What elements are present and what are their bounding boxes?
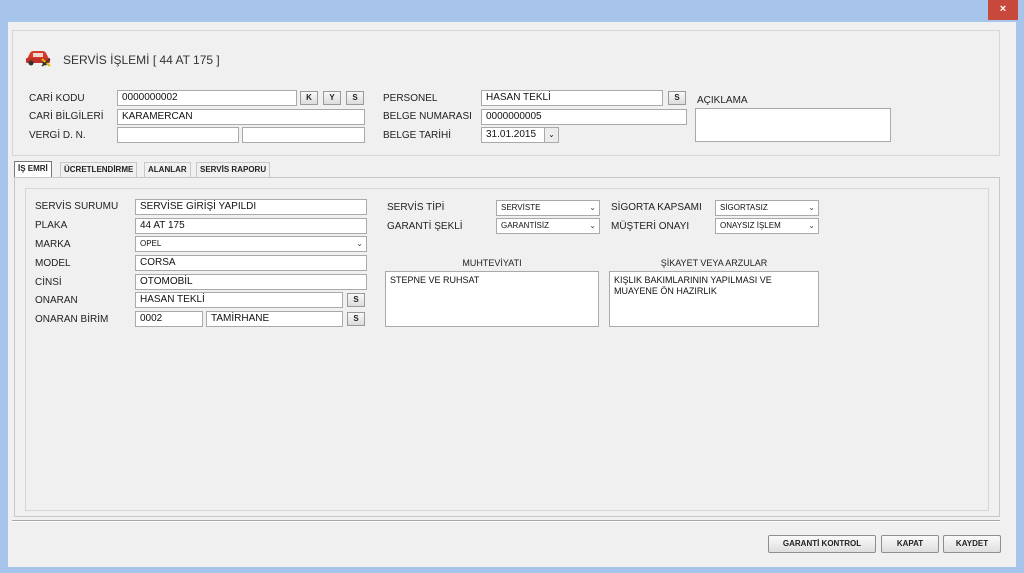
belge-tarihi-field[interactable]: 31.01.2015 ⌄ xyxy=(481,127,559,143)
tab-ucretlendirme[interactable]: ÜCRETLENDİRME xyxy=(60,162,138,177)
chevron-down-icon: ⌄ xyxy=(808,221,815,230)
form-title: SERVİS İŞLEMİ [ 44 AT 175 ] xyxy=(63,53,220,67)
vergi-daire-field[interactable] xyxy=(117,127,239,143)
belge-tarihi-value: 31.01.2015 xyxy=(486,129,537,140)
garanti-kontrol-button[interactable]: GARANTİ KONTROL xyxy=(768,535,876,553)
marka-value: OPEL xyxy=(140,239,162,248)
plaka-field[interactable]: 44 AT 175 xyxy=(135,218,367,234)
musteri-onayi-value: ONAYSIZ İŞLEM xyxy=(720,221,781,230)
vergi-no-field[interactable] xyxy=(242,127,365,143)
tab-content-is-emri: SERVİS SURUMU SERVİSE GİRİŞİ YAPILDI PLA… xyxy=(14,177,1000,517)
tab-alanlar[interactable]: ALANLAR xyxy=(144,162,191,177)
cinsi-label: CİNSİ xyxy=(35,277,62,288)
servis-tipi-select[interactable]: SERVİSTE ⌄ xyxy=(496,200,600,216)
chevron-down-icon: ⌄ xyxy=(808,203,815,212)
servis-surumu-field[interactable]: SERVİSE GİRİŞİ YAPILDI xyxy=(135,199,367,215)
marka-label: MARKA xyxy=(35,239,71,250)
sikayet-label: ŞİKAYET VEYA ARZULAR xyxy=(660,258,768,268)
onaran-field[interactable]: HASAN TEKLİ xyxy=(135,292,343,308)
garanti-sekli-select[interactable]: GARANTİSİZ ⌄ xyxy=(496,218,600,234)
chevron-down-icon: ⌄ xyxy=(589,221,596,230)
aciklama-label: AÇIKLAMA xyxy=(697,95,748,106)
cari-y-button[interactable]: Y xyxy=(323,91,341,105)
muhteviyati-field[interactable]: STEPNE VE RUHSAT xyxy=(385,271,599,327)
sigorta-kapsami-select[interactable]: SİGORTASIZ ⌄ xyxy=(715,200,819,216)
tab-is-emri[interactable]: İŞ EMRİ xyxy=(14,161,52,178)
belge-tarihi-label: BELGE TARİHİ xyxy=(383,130,451,141)
musteri-onayi-select[interactable]: ONAYSIZ İŞLEM ⌄ xyxy=(715,218,819,234)
cari-bilgileri-field[interactable]: KARAMERCAN xyxy=(117,109,365,125)
kapat-button[interactable]: KAPAT xyxy=(881,535,939,553)
musteri-onayi-label: MÜŞTERİ ONAYI xyxy=(611,221,690,232)
form-client-area: SERVİS İŞLEMİ [ 44 AT 175 ] CARİ KODU 00… xyxy=(8,22,1016,567)
cari-kodu-label: CARİ KODU xyxy=(29,93,85,104)
muhteviyati-label: MUHTEVİYATI xyxy=(462,258,522,268)
cari-bilgileri-label: CARİ BİLGİLERİ xyxy=(29,111,104,122)
belge-no-field[interactable]: 0000000005 xyxy=(481,109,687,125)
chevron-down-icon: ⌄ xyxy=(356,239,363,248)
plaka-label: PLAKA xyxy=(35,220,68,231)
aciklama-field[interactable] xyxy=(695,108,891,142)
muhteviyati-value: STEPNE VE RUHSAT xyxy=(390,275,480,285)
tab-servis-raporu[interactable]: SERVİS RAPORU xyxy=(196,162,271,177)
onaran-s-button[interactable]: S xyxy=(347,293,365,307)
personel-label: PERSONEL xyxy=(383,93,438,104)
onaran-birim-code-field[interactable]: 0002 xyxy=(135,311,203,327)
close-window-button[interactable]: × xyxy=(988,0,1018,20)
cari-k-button[interactable]: K xyxy=(300,91,318,105)
sikayet-value: KIŞLIK BAKIMLARININ YAPILMASI VE MUAYENE… xyxy=(614,275,772,296)
onaran-label: ONARAN xyxy=(35,295,78,306)
personel-s-button[interactable]: S xyxy=(668,91,686,105)
servis-surumu-label: SERVİS SURUMU xyxy=(35,201,119,212)
onaran-birim-s-button[interactable]: S xyxy=(347,312,365,326)
sigorta-kapsami-label: SİGORTA KAPSAMI xyxy=(611,202,702,213)
title-bar: × xyxy=(0,0,1024,22)
car-repair-icon xyxy=(26,51,51,67)
garanti-sekli-value: GARANTİSİZ xyxy=(501,221,550,230)
onaran-birim-name-field[interactable]: TAMİRHANE xyxy=(206,311,343,327)
sigorta-kapsami-value: SİGORTASIZ xyxy=(720,203,768,212)
belge-no-label: BELGE NUMARASI xyxy=(383,111,472,122)
onaran-birim-label: ONARAN BİRİM xyxy=(35,314,109,325)
calendar-dropdown-icon[interactable]: ⌄ xyxy=(544,128,558,142)
kaydet-button[interactable]: KAYDET xyxy=(943,535,1001,553)
personel-field[interactable]: HASAN TEKLİ xyxy=(481,90,663,106)
servis-tipi-label: SERVİS TİPİ xyxy=(387,202,445,213)
vergi-label: VERGİ D. N. xyxy=(29,130,86,141)
marka-select[interactable]: OPEL ⌄ xyxy=(135,236,367,252)
servis-tipi-value: SERVİSTE xyxy=(501,203,541,212)
cari-kodu-field[interactable]: 0000000002 xyxy=(117,90,297,106)
model-label: MODEL xyxy=(35,258,71,269)
chevron-down-icon: ⌄ xyxy=(589,203,596,212)
sikayet-field[interactable]: KIŞLIK BAKIMLARININ YAPILMASI VE MUAYENE… xyxy=(609,271,819,327)
model-field[interactable]: CORSA xyxy=(135,255,367,271)
footer-divider xyxy=(12,520,1000,522)
cari-s-button[interactable]: S xyxy=(346,91,364,105)
header-panel: SERVİS İŞLEMİ [ 44 AT 175 ] CARİ KODU 00… xyxy=(12,30,1000,156)
application-window: × SERVİS İŞLEMİ [ 44 AT 175 ] CARİ KODU … xyxy=(0,0,1024,573)
cinsi-field[interactable]: OTOMOBİL xyxy=(135,274,367,290)
garanti-sekli-label: GARANTİ ŞEKLİ xyxy=(387,221,463,232)
